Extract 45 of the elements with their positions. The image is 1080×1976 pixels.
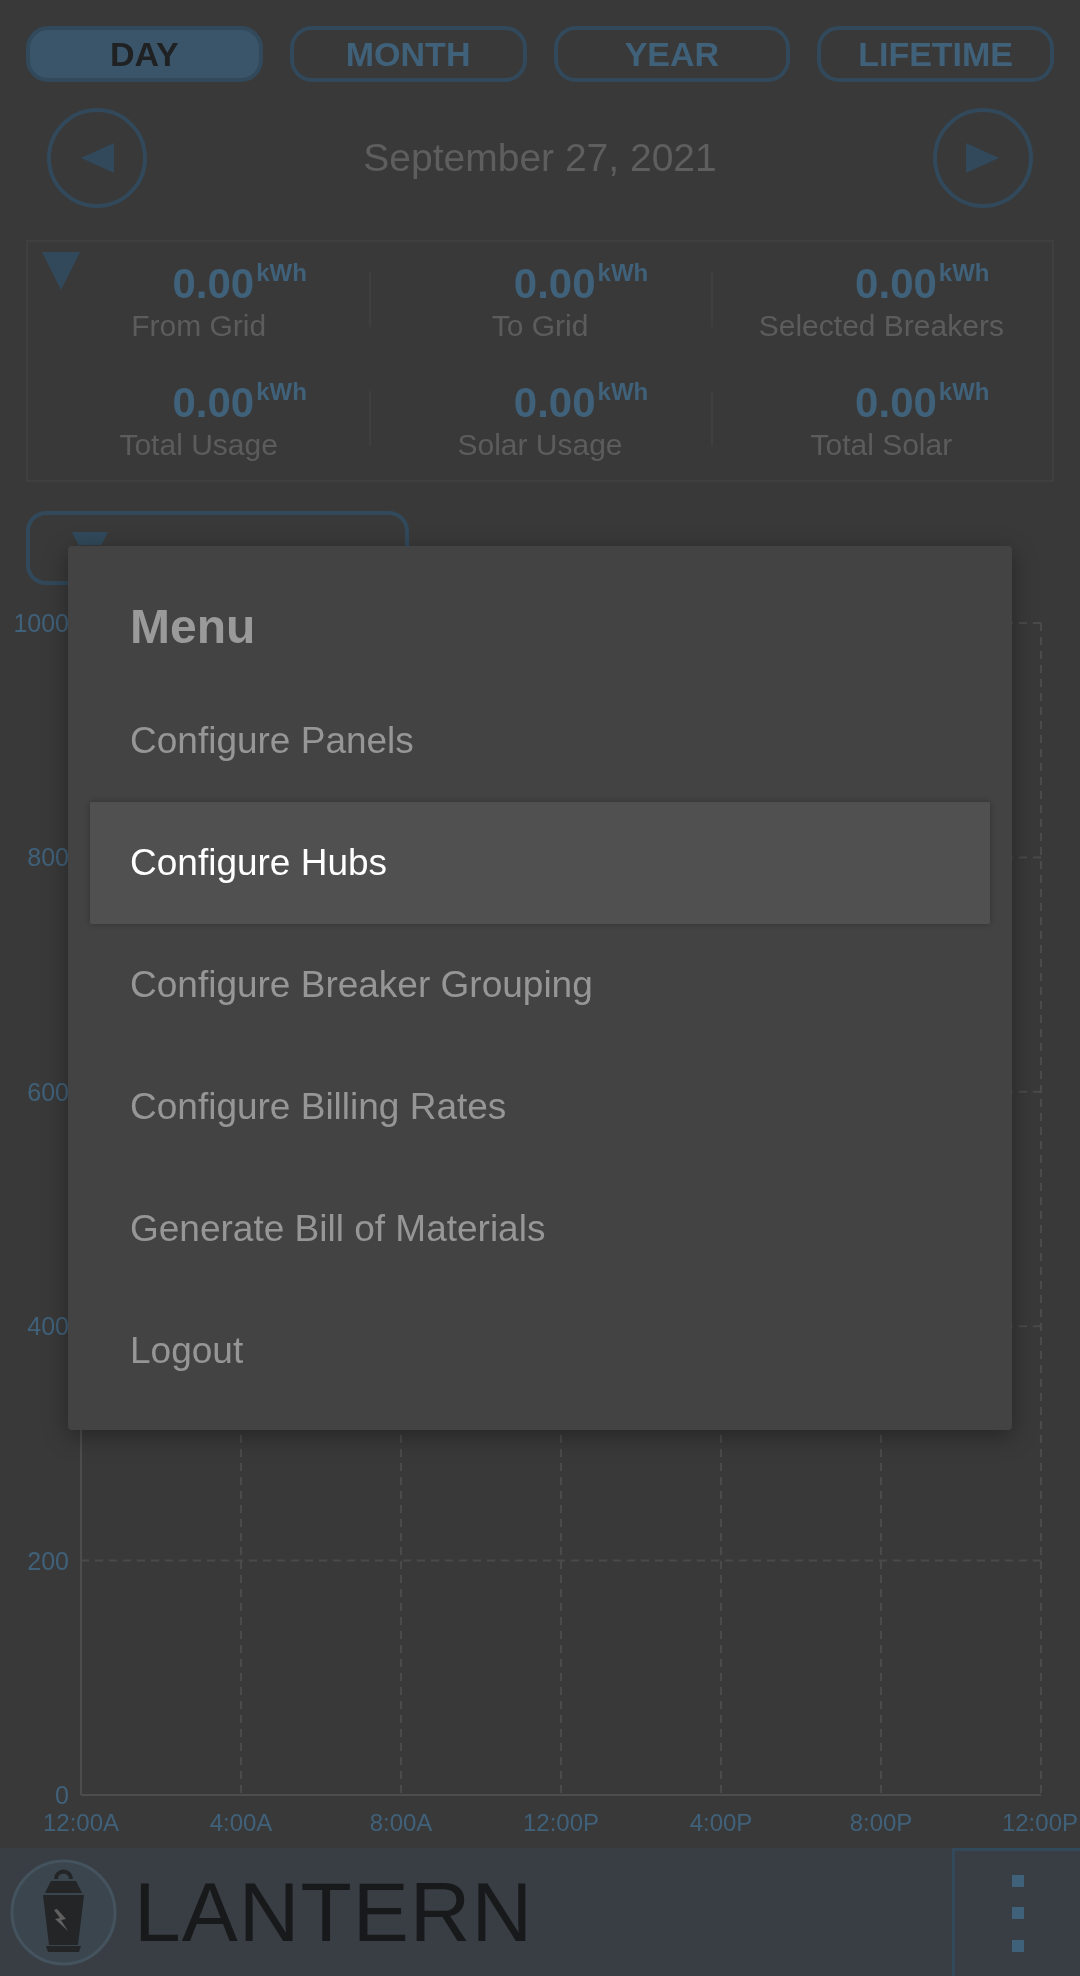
x-axis-label: 8:00P	[849, 1808, 913, 1836]
period-tab[interactable]: LIFETIME	[817, 26, 1054, 82]
menu-button[interactable]	[952, 1848, 1080, 1976]
x-axis-label: 4:00P	[689, 1808, 753, 1836]
stat-value: 0.00	[172, 378, 255, 427]
menu-item[interactable]: Generate Bill of Materials	[90, 1168, 990, 1290]
down-triangle-icon	[72, 532, 108, 545]
y-axis-label: 800	[27, 843, 69, 872]
x-axis-label: 12:00P	[1001, 1808, 1078, 1836]
period-tab[interactable]: YEAR	[553, 26, 791, 82]
stat-value: 0.00	[855, 259, 937, 308]
period-tab[interactable]: DAY	[26, 26, 263, 82]
unit-label: kWh	[597, 378, 649, 405]
unit-label: kWh	[597, 259, 649, 286]
unit-label: kWh	[256, 259, 307, 286]
y-axis-label: 600	[27, 1077, 69, 1106]
x-axis-label: 8:00A	[369, 1808, 433, 1836]
stat-value: 0.00	[513, 259, 596, 308]
menu-item[interactable]: Configure Billing Rates	[90, 1046, 990, 1168]
stat-value: 0.00	[172, 259, 255, 308]
menu-item[interactable]: Logout	[90, 1290, 990, 1412]
next-day-button[interactable]	[933, 108, 1033, 208]
menu-title: Menu	[130, 598, 256, 654]
previous-day-button[interactable]	[47, 108, 147, 208]
lantern-logo-icon	[10, 1858, 117, 1966]
period-tab[interactable]: MONTH	[289, 26, 527, 82]
left-triangle-icon	[80, 143, 114, 173]
stat-value: 0.00	[513, 378, 596, 427]
y-axis-label: 200	[27, 1546, 69, 1575]
stat-value: 0.00	[855, 378, 937, 427]
x-axis-label: 4:00A	[209, 1808, 273, 1836]
x-axis-label: 12:00A	[42, 1808, 120, 1836]
y-axis-label: 400	[27, 1312, 69, 1341]
y-axis-label: 1000	[13, 609, 69, 637]
menu-item[interactable]: Configure Panels	[90, 680, 990, 802]
x-axis-label: 12:00P	[522, 1808, 600, 1836]
menu-item[interactable]: Configure Breaker Grouping	[90, 924, 990, 1046]
vertical-dots-icon	[1011, 1875, 1024, 1952]
unit-label: kWh	[938, 378, 990, 405]
unit-label: kWh	[938, 259, 990, 286]
right-triangle-icon	[966, 143, 1000, 173]
menu-item[interactable]: Configure Hubs	[90, 802, 990, 924]
down-triangle-icon[interactable]	[42, 252, 80, 290]
y-axis-label: 0	[55, 1781, 69, 1809]
unit-label: kWh	[256, 378, 307, 405]
